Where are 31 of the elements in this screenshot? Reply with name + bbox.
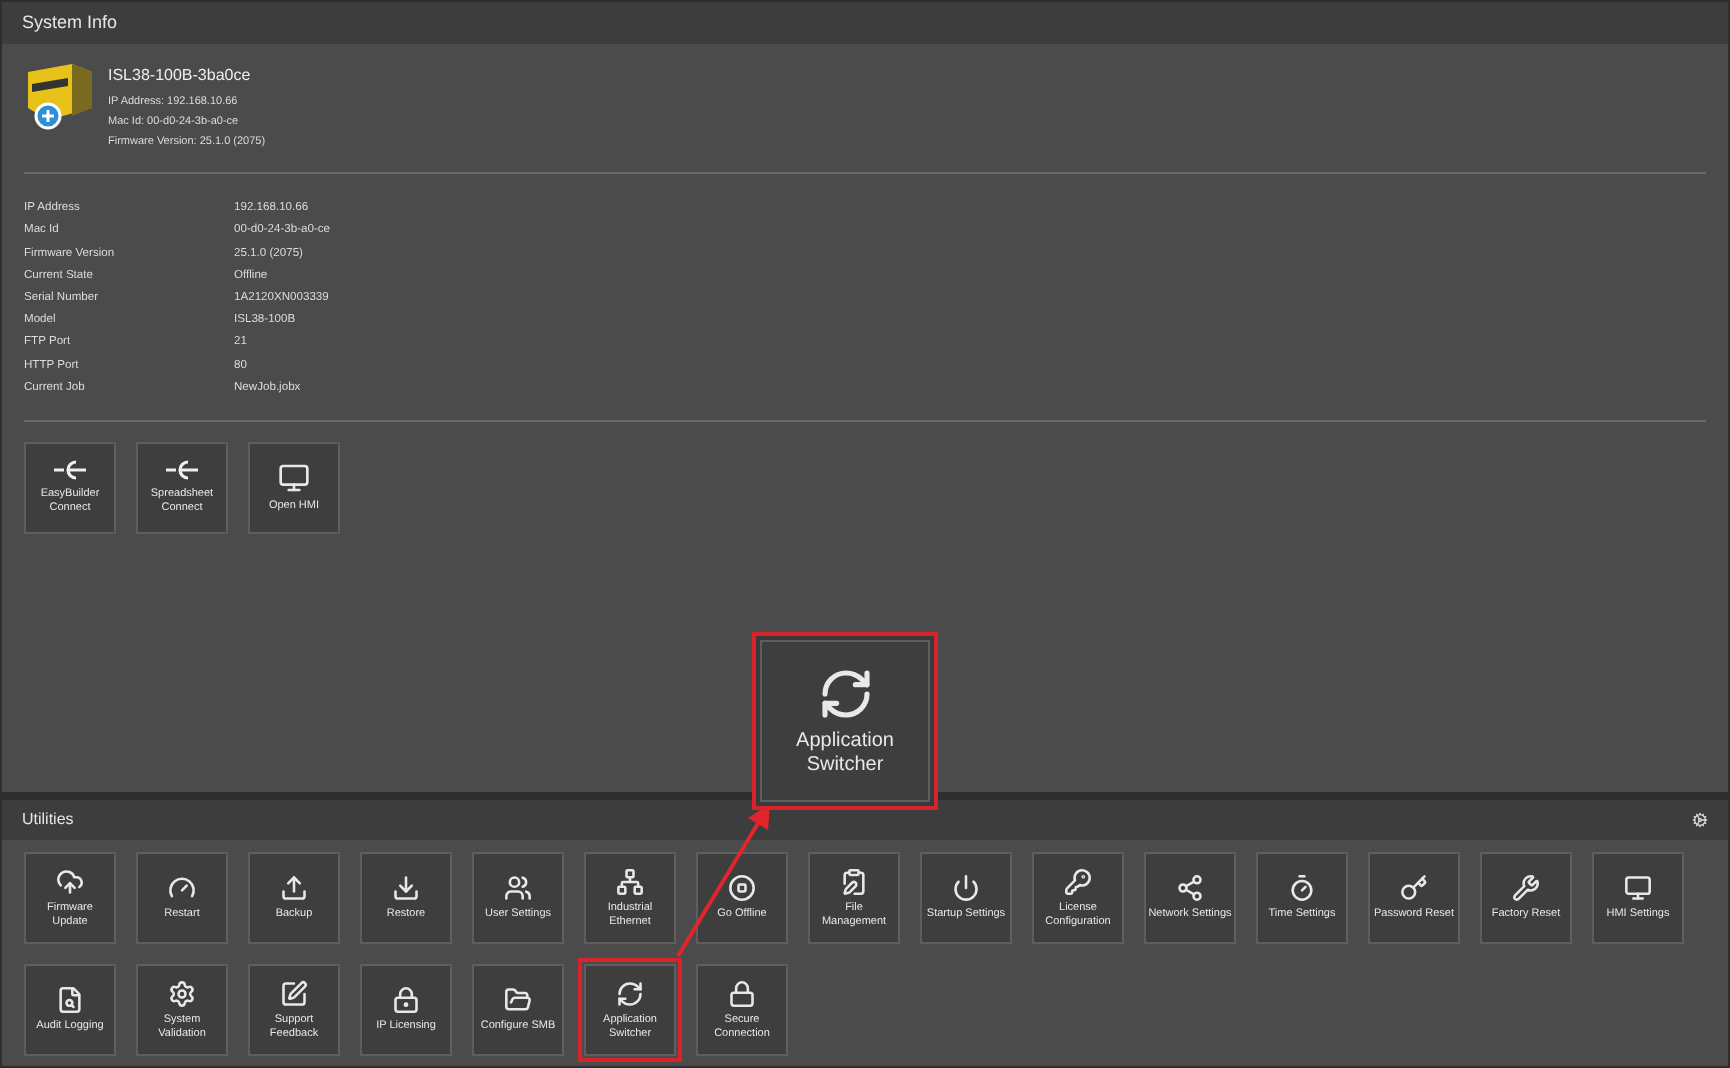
gear-icon	[168, 979, 196, 1007]
key-icon	[1064, 867, 1092, 895]
monitor-icon	[278, 461, 310, 494]
nodes-icon	[1176, 874, 1204, 902]
wrench-icon	[1512, 874, 1540, 902]
download-icon	[392, 874, 420, 902]
clipboard-icon	[840, 867, 868, 895]
stopwatch-icon	[1288, 874, 1316, 902]
panel-title: System Info	[22, 9, 118, 36]
lock-icon	[392, 986, 420, 1014]
network-icon	[616, 867, 644, 895]
users-icon	[504, 874, 532, 902]
upload-icon	[280, 874, 308, 902]
utility-tile[interactable]: Application Switcher	[760, 640, 930, 802]
panel-title: Utilities	[22, 808, 74, 832]
power-icon	[952, 874, 980, 902]
device-name: ISL38-100B-3ba0ce	[108, 64, 253, 88]
key-icon	[1400, 874, 1428, 902]
magnifier-document-icon	[56, 986, 84, 1014]
switch-icon	[616, 979, 644, 1007]
pen-icon	[280, 979, 308, 1007]
lock-icon	[728, 979, 756, 1007]
folder-icon	[504, 986, 532, 1014]
monitor-icon	[1624, 874, 1652, 902]
stop-icon	[728, 874, 756, 902]
gauge-icon	[168, 874, 196, 902]
upload-icon	[56, 867, 84, 895]
plug-icon	[52, 458, 88, 483]
switch-icon	[817, 665, 873, 721]
settings-icon[interactable]	[1692, 812, 1708, 828]
plug-icon	[164, 458, 200, 483]
